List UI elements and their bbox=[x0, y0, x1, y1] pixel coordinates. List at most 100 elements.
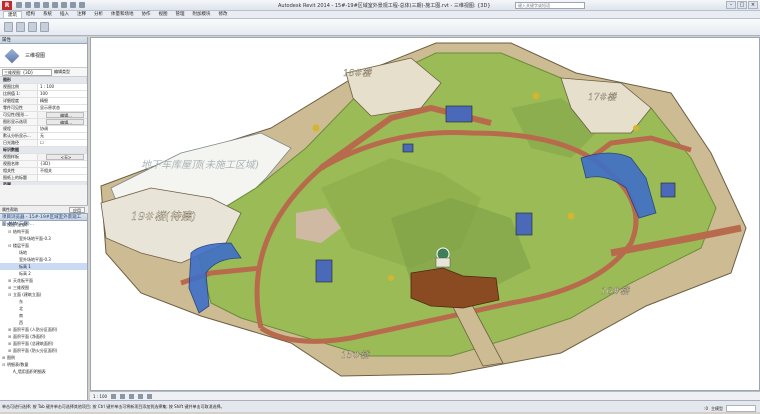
type-selector[interactable]: 三维视图 bbox=[0, 44, 87, 68]
properties-help-link[interactable]: 属性帮助 bbox=[2, 207, 18, 212]
property-group[interactable]: 图形 bbox=[0, 77, 87, 84]
search-input[interactable]: 键入关键字或短语 bbox=[515, 2, 585, 9]
property-edit-button[interactable]: 编辑... bbox=[46, 119, 84, 125]
ribbon-tab[interactable]: 插入 bbox=[56, 11, 73, 18]
site-model[interactable]: 18#楼 17#楼 19#楼(待建) 16#楼 15#楼 地下车库屋顶(未施工区… bbox=[91, 38, 760, 391]
tree-item[interactable]: 场地 bbox=[0, 249, 87, 256]
property-row[interactable]: 视图样板 <无> bbox=[0, 154, 87, 161]
tree-item[interactable]: ⊞ 面积平面 (总建筑面积) bbox=[0, 340, 87, 347]
tree-item[interactable]: ⊞ 三维视图 bbox=[0, 284, 87, 291]
property-value[interactable]: 精细 bbox=[38, 98, 87, 104]
property-value[interactable]: 显示原状态 bbox=[38, 105, 87, 111]
property-group[interactable]: 标识数据 bbox=[0, 147, 87, 154]
kiosk-center bbox=[515, 212, 533, 236]
property-value[interactable]: 100 bbox=[38, 91, 87, 97]
ribbon-tab[interactable]: 附加模块 bbox=[189, 11, 215, 18]
shadows-icon[interactable] bbox=[138, 393, 144, 399]
property-row[interactable]: 日光路径 ☐ bbox=[0, 140, 87, 147]
redo-icon[interactable] bbox=[43, 2, 49, 8]
edit-type-button[interactable]: 编辑类型 bbox=[54, 69, 70, 75]
property-row[interactable]: 可见性/图形... 编辑... bbox=[0, 112, 87, 119]
tree-item[interactable]: A_墙用面积明细表 bbox=[0, 368, 87, 375]
tree-item[interactable]: ⊞ 面积平面 (防火分区面积) bbox=[0, 347, 87, 354]
filter-box[interactable] bbox=[726, 405, 756, 412]
3d-view-icon[interactable] bbox=[79, 2, 85, 8]
ribbon-tab[interactable]: 系统 bbox=[39, 11, 56, 18]
property-value[interactable]: 不相关 bbox=[38, 168, 87, 174]
close-icon[interactable]: × bbox=[748, 1, 758, 9]
modify-icon[interactable] bbox=[4, 22, 13, 32]
visual-style-icon[interactable] bbox=[120, 393, 126, 399]
property-edit-button[interactable]: <无> bbox=[46, 154, 84, 160]
minimize-icon[interactable]: – bbox=[726, 1, 736, 9]
tree-item[interactable]: ⊞ 图例 bbox=[0, 354, 87, 361]
ribbon-tab[interactable]: 分析 bbox=[90, 11, 107, 18]
view-scale[interactable]: 1 : 100 bbox=[93, 394, 107, 399]
tree-item[interactable]: 东 bbox=[0, 298, 87, 305]
property-row[interactable]: 相关性 不相关 bbox=[0, 168, 87, 175]
property-row[interactable]: 视图比例 1 : 100 bbox=[0, 84, 87, 91]
property-edit-button[interactable]: 编辑... bbox=[46, 112, 84, 118]
property-row[interactable]: 比例值 1: 100 bbox=[0, 91, 87, 98]
property-value[interactable]: ☐ bbox=[38, 140, 87, 146]
tree-item[interactable]: 北 bbox=[0, 305, 87, 312]
tree-item-label: 天花板平面 bbox=[13, 278, 33, 283]
save-icon[interactable] bbox=[25, 2, 31, 8]
tree-item[interactable]: ⊟ 结构平面 bbox=[0, 228, 87, 235]
property-row[interactable]: 详细程度 精细 bbox=[0, 98, 87, 105]
tree-item[interactable]: ⊞ 面积平面 (净面积) bbox=[0, 333, 87, 340]
ribbon-tab[interactable]: 管理 bbox=[172, 11, 189, 18]
tree-item[interactable]: ⊟ 楼层平面 bbox=[0, 242, 87, 249]
ribbon-tab[interactable]: 协作 bbox=[138, 11, 155, 18]
detail-level-icon[interactable] bbox=[111, 393, 117, 399]
wall-icon[interactable] bbox=[16, 22, 25, 32]
tree-item[interactable]: ⊟ 明细表/数量 bbox=[0, 361, 87, 368]
tree-item-label: 北 bbox=[19, 306, 23, 311]
crop-view-icon[interactable] bbox=[147, 393, 153, 399]
undo-icon[interactable] bbox=[34, 2, 40, 8]
maximize-icon[interactable]: □ bbox=[737, 1, 747, 9]
tree-item[interactable]: ⊞ 天花板平面 bbox=[0, 277, 87, 284]
property-value[interactable]: 协调 bbox=[38, 126, 87, 132]
open-icon[interactable] bbox=[16, 2, 22, 8]
properties-title: 属性 bbox=[0, 37, 87, 44]
ribbon-tab[interactable]: 建筑 bbox=[3, 11, 22, 18]
ribbon-tab[interactable]: 修改 bbox=[215, 11, 232, 18]
property-group[interactable]: 范围 bbox=[0, 182, 87, 185]
property-row[interactable]: 零件可见性 显示原状态 bbox=[0, 105, 87, 112]
property-row[interactable]: 图纸上的标题 bbox=[0, 175, 87, 182]
property-value[interactable]: {3D} bbox=[38, 161, 87, 167]
property-row[interactable]: 视图名称 {3D} bbox=[0, 161, 87, 168]
ribbon-tab[interactable]: 视图 bbox=[155, 11, 172, 18]
3d-viewport[interactable]: 18#楼 17#楼 19#楼(待建) 16#楼 15#楼 地下车库屋顶(未施工区… bbox=[90, 37, 760, 391]
measure-icon[interactable] bbox=[61, 2, 67, 8]
model-selector[interactable]: 主模型 bbox=[711, 403, 723, 414]
ribbon-tab[interactable]: 注释 bbox=[73, 11, 90, 18]
print-icon[interactable] bbox=[52, 2, 58, 8]
tree-item[interactable]: 南 bbox=[0, 312, 87, 319]
tree-item[interactable]: ⊟ 立面 (建筑立面) bbox=[0, 291, 87, 298]
window-icon[interactable] bbox=[40, 22, 49, 32]
zoom-readout: :0 bbox=[704, 406, 708, 411]
tree-item[interactable]: 标高 1 bbox=[0, 263, 87, 270]
text-icon[interactable] bbox=[70, 2, 76, 8]
tree-item[interactable]: ⊟ 视图 (全部) bbox=[0, 221, 87, 228]
ribbon-tab[interactable]: 结构 bbox=[22, 11, 39, 18]
tree-item[interactable]: 室外场地平面-0.3 bbox=[0, 256, 87, 263]
ribbon-tab[interactable]: 体量和场地 bbox=[107, 11, 138, 18]
revit-logo-icon[interactable]: R bbox=[2, 1, 12, 10]
property-row[interactable]: 默认分析显示... 无 bbox=[0, 133, 87, 140]
door-icon[interactable] bbox=[28, 22, 37, 32]
tree-item[interactable]: ⊞ 面积平面 (人防分区面积) bbox=[0, 326, 87, 333]
tree-item[interactable]: 西 bbox=[0, 319, 87, 326]
view-instance-dropdown[interactable]: 三维视图: {3D} bbox=[2, 68, 52, 76]
tree-item[interactable]: 室外场地平面-0.3 bbox=[0, 235, 87, 242]
property-key: 默认分析显示... bbox=[0, 133, 38, 139]
tree-item[interactable]: 标高 2 bbox=[0, 270, 87, 277]
property-row[interactable]: 图形显示选项 编辑... bbox=[0, 119, 87, 126]
property-row[interactable]: 规程 协调 bbox=[0, 126, 87, 133]
sun-path-icon[interactable] bbox=[129, 393, 135, 399]
property-value[interactable] bbox=[38, 175, 87, 181]
property-value[interactable]: 无 bbox=[38, 133, 87, 139]
property-value[interactable]: 1 : 100 bbox=[38, 84, 87, 90]
